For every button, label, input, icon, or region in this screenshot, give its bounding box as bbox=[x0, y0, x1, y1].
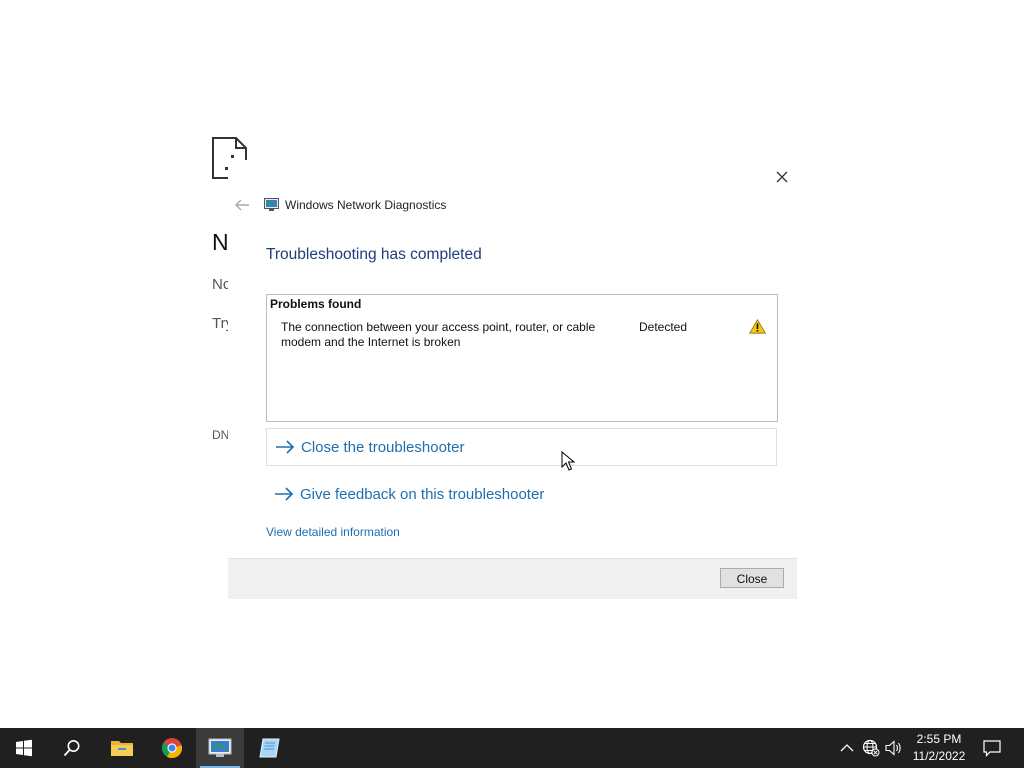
network-diagnostics-dialog: Windows Network Diagnostics Troubleshoot… bbox=[228, 160, 797, 599]
back-arrow-icon[interactable] bbox=[234, 198, 250, 212]
give-feedback-label: Give feedback on this troubleshooter bbox=[300, 485, 545, 503]
background-text-line: Nc bbox=[212, 276, 228, 293]
problems-found-panel: Problems found The connection between yo… bbox=[266, 294, 778, 422]
warning-icon bbox=[749, 319, 766, 334]
taskbar: 2:55 PM 11/2/2022 bbox=[0, 728, 1024, 768]
start-button[interactable] bbox=[0, 728, 48, 768]
mouse-cursor-icon bbox=[561, 451, 575, 471]
network-diagnostics-icon bbox=[264, 198, 279, 211]
dialog-footer: Close bbox=[228, 558, 797, 599]
globe-network-icon bbox=[862, 739, 880, 757]
dialog-app-title: Windows Network Diagnostics bbox=[285, 198, 447, 212]
close-button[interactable]: Close bbox=[720, 568, 784, 588]
clock-date: 11/2/2022 bbox=[912, 749, 966, 763]
close-troubleshooter-link[interactable]: Close the troubleshooter bbox=[266, 428, 777, 466]
problem-status: Detected bbox=[639, 320, 688, 334]
tray-network[interactable] bbox=[860, 728, 882, 768]
taskbar-clock[interactable]: 2:55 PM 11/2/2022 bbox=[906, 731, 972, 765]
background-text-line: Try bbox=[212, 315, 228, 332]
speaker-icon bbox=[885, 740, 901, 756]
background-heading: N bbox=[212, 229, 228, 255]
taskbar-chrome[interactable] bbox=[148, 728, 196, 768]
chrome-icon bbox=[161, 738, 183, 759]
clock-time: 2:55 PM bbox=[916, 732, 962, 746]
taskbar-notepad[interactable] bbox=[246, 728, 294, 768]
problems-title: Problems found bbox=[270, 297, 362, 311]
give-feedback-link[interactable]: Give feedback on this troubleshooter bbox=[266, 475, 777, 513]
view-detailed-information-link[interactable]: View detailed information bbox=[266, 525, 400, 539]
search-icon bbox=[63, 740, 80, 757]
search-button[interactable] bbox=[48, 728, 96, 768]
action-center-button[interactable] bbox=[978, 728, 1006, 768]
tray-volume[interactable] bbox=[884, 728, 904, 768]
close-icon[interactable] bbox=[771, 166, 793, 188]
arrow-right-icon bbox=[276, 440, 295, 454]
close-troubleshooter-label: Close the troubleshooter bbox=[301, 438, 465, 456]
background-text-line: DN bbox=[212, 428, 228, 442]
taskbar-network-diagnostics[interactable] bbox=[196, 728, 244, 768]
chevron-up-icon bbox=[840, 744, 854, 752]
tray-show-hidden[interactable] bbox=[836, 728, 858, 768]
file-explorer-icon bbox=[111, 741, 133, 756]
network-diagnostics-icon bbox=[208, 738, 232, 757]
arrow-right-icon bbox=[275, 487, 294, 501]
problem-description: The connection between your access point… bbox=[281, 320, 596, 349]
dialog-headline: Troubleshooting has completed bbox=[266, 246, 482, 263]
start-icon bbox=[16, 739, 32, 757]
taskbar-file-explorer[interactable] bbox=[98, 728, 146, 768]
notepad-icon bbox=[259, 738, 280, 758]
notification-icon bbox=[983, 739, 1001, 757]
